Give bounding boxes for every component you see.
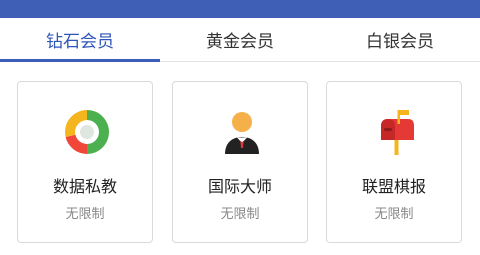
pie-chart-icon bbox=[65, 110, 109, 154]
benefit-card-alliance-news[interactable]: 联盟棋报 无限制 bbox=[326, 81, 462, 243]
card-subtitle: 无限制 bbox=[220, 207, 260, 222]
benefit-card-data-coach[interactable]: 数据私教 无限制 bbox=[17, 81, 153, 243]
active-tab-indicator bbox=[0, 59, 160, 62]
membership-tabs: 钻石会员 黄金会员 白银会员 bbox=[0, 18, 480, 62]
benefit-card-intl-master[interactable]: 国际大师 无限制 bbox=[172, 81, 308, 243]
tab-silver[interactable]: 白银会员 bbox=[320, 18, 480, 61]
top-header-bar bbox=[0, 0, 480, 18]
card-title: 联盟棋报 bbox=[361, 177, 426, 196]
benefit-cards: 数据私教 无限制 国际大师 无限制 联盟棋报 无限制 bbox=[17, 81, 462, 243]
master-avatar-icon bbox=[225, 112, 259, 154]
tab-label: 黄金会员 bbox=[206, 32, 274, 52]
card-title: 国际大师 bbox=[207, 177, 272, 196]
card-subtitle: 无限制 bbox=[374, 207, 414, 222]
mailbox-icon bbox=[381, 110, 414, 155]
card-title: 数据私教 bbox=[52, 177, 117, 196]
card-subtitle: 无限制 bbox=[65, 207, 105, 222]
tab-diamond[interactable]: 钻石会员 bbox=[0, 18, 160, 62]
tab-label: 白银会员 bbox=[366, 32, 434, 52]
tab-label: 钻石会员 bbox=[46, 32, 114, 52]
tab-gold[interactable]: 黄金会员 bbox=[160, 18, 320, 61]
